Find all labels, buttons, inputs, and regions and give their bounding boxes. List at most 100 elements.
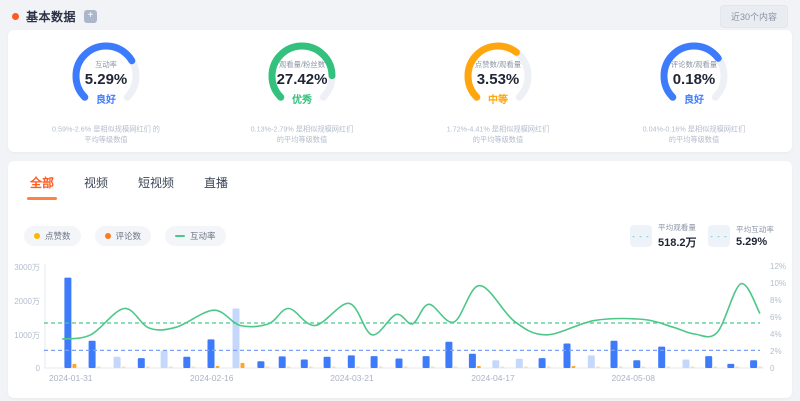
bar-comments[interactable] bbox=[216, 366, 220, 368]
dashed-line-icon[interactable]: - - - bbox=[708, 225, 730, 247]
gauge-label: 观看量/粉丝数 bbox=[267, 59, 337, 69]
bar-comments[interactable] bbox=[404, 367, 408, 369]
bar-main[interactable] bbox=[257, 361, 264, 368]
bar-comments[interactable] bbox=[758, 367, 762, 369]
bar-comments[interactable] bbox=[122, 367, 126, 369]
gauge-value: 27.42% bbox=[264, 71, 340, 88]
legend-dot-icon bbox=[34, 233, 40, 239]
bar-main[interactable] bbox=[564, 344, 571, 369]
bar-comments[interactable] bbox=[735, 367, 739, 369]
gauge-status: 优秀 bbox=[264, 91, 340, 106]
tab-all[interactable]: 全部 bbox=[30, 174, 54, 200]
legend-engagement[interactable]: 互动率 bbox=[165, 226, 226, 246]
bar-main[interactable] bbox=[727, 364, 734, 368]
gauge-caption: 1.72%-4.41% 是相似规模网红们的平均等级数值 bbox=[417, 124, 579, 145]
dashed-line-icon[interactable]: - - - bbox=[630, 225, 652, 247]
bar-comments[interactable] bbox=[619, 367, 623, 369]
bar-comments[interactable] bbox=[641, 367, 645, 369]
bar-main[interactable] bbox=[324, 357, 331, 368]
bar-comments[interactable] bbox=[309, 367, 313, 369]
gauge-status: 良好 bbox=[68, 91, 144, 106]
bar-comments[interactable] bbox=[666, 367, 670, 369]
engagement-line[interactable] bbox=[62, 284, 760, 340]
gauge-caption: 0.59%-2.6% 是相似规模网红们 的平均等级数值 bbox=[25, 124, 187, 145]
tab-video[interactable]: 视频 bbox=[84, 174, 108, 200]
y-axis-tick-left: 1000万 bbox=[10, 330, 40, 341]
bar-main[interactable] bbox=[138, 358, 145, 368]
bar-comments[interactable] bbox=[97, 367, 101, 369]
bar-main[interactable] bbox=[492, 360, 499, 368]
bar-comments[interactable] bbox=[431, 367, 435, 369]
accent-dot-icon bbox=[12, 13, 19, 20]
x-axis-tick: 2024-04-17 bbox=[471, 373, 514, 383]
bar-main[interactable] bbox=[114, 357, 121, 368]
y-axis-tick-left: 0 bbox=[10, 364, 40, 373]
trend-chart-svg[interactable] bbox=[44, 260, 766, 372]
bar-comments[interactable] bbox=[524, 367, 528, 369]
bar-main[interactable] bbox=[371, 356, 378, 368]
bar-main[interactable] bbox=[539, 358, 546, 368]
bar-main[interactable] bbox=[89, 341, 96, 368]
bar-main[interactable] bbox=[279, 356, 286, 368]
bar-comments[interactable] bbox=[453, 367, 457, 369]
bar-main[interactable] bbox=[208, 339, 215, 368]
avg-views-label: 平均观看量 bbox=[658, 222, 696, 232]
bar-main[interactable] bbox=[588, 355, 595, 368]
trend-chart[interactable]: 01000万2000万3000万 02%4%6%8%10%12% 2024-01… bbox=[8, 260, 792, 388]
bar-comments[interactable] bbox=[547, 367, 551, 369]
bar-main[interactable] bbox=[183, 357, 190, 368]
avg-views-value: 518.2万 bbox=[658, 234, 698, 250]
bar-main[interactable] bbox=[633, 360, 640, 368]
bar-main[interactable] bbox=[233, 309, 240, 369]
page-header: 基本数据 + 近30个内容 bbox=[0, 2, 800, 30]
bar-main[interactable] bbox=[516, 359, 523, 368]
bar-main[interactable] bbox=[683, 360, 690, 369]
bar-comments[interactable] bbox=[241, 363, 245, 368]
tab-live[interactable]: 直播 bbox=[204, 174, 228, 200]
y-axis-tick-right: 12% bbox=[770, 262, 794, 271]
gauge-engagement-rate: 互动率 5.29% 良好 0.59%-2.6% 是相似规模网红们 的平均等级数值 bbox=[16, 36, 196, 152]
gauge-arc: 评论数/观看量 0.18% 良好 bbox=[656, 38, 732, 114]
bar-comments[interactable] bbox=[287, 367, 291, 369]
bar-main[interactable] bbox=[445, 342, 452, 368]
bar-main[interactable] bbox=[705, 356, 712, 368]
y-axis-tick-left: 2000万 bbox=[10, 296, 40, 307]
y-axis-tick-right: 0 bbox=[770, 364, 794, 373]
gauge-likes-views: 点赞数/观看量 3.53% 中等 1.72%-4.41% 是相似规模网红们的平均… bbox=[408, 36, 588, 152]
x-axis-tick: 2024-05-08 bbox=[612, 373, 655, 383]
y-axis-tick-left: 3000万 bbox=[10, 262, 40, 273]
bar-comments[interactable] bbox=[169, 367, 173, 369]
bar-comments[interactable] bbox=[332, 367, 336, 369]
bar-main[interactable] bbox=[469, 354, 476, 368]
bar-main[interactable] bbox=[301, 360, 308, 369]
bar-comments[interactable] bbox=[356, 367, 360, 369]
bar-main[interactable] bbox=[348, 355, 355, 368]
bar-comments[interactable] bbox=[500, 367, 504, 369]
bar-comments[interactable] bbox=[713, 367, 717, 369]
y-axis-tick-right: 8% bbox=[770, 296, 794, 305]
bar-main[interactable] bbox=[611, 341, 618, 368]
gauge-label: 互动率 bbox=[71, 59, 141, 69]
bar-main[interactable] bbox=[750, 360, 757, 368]
tab-short-video[interactable]: 短视频 bbox=[138, 174, 174, 200]
bar-comments[interactable] bbox=[572, 366, 576, 368]
legend-comments[interactable]: 评论数 bbox=[95, 226, 152, 246]
range-button[interactable]: 近30个内容 bbox=[720, 5, 788, 28]
bar-comments[interactable] bbox=[596, 367, 600, 369]
bar-comments[interactable] bbox=[265, 367, 269, 369]
legend-likes[interactable]: 点赞数 bbox=[24, 226, 81, 246]
x-axis-tick: 2024-01-31 bbox=[49, 373, 92, 383]
bar-main[interactable] bbox=[161, 351, 168, 368]
bar-comments[interactable] bbox=[691, 367, 695, 369]
plus-square-icon[interactable]: + bbox=[84, 10, 97, 23]
bar-comments[interactable] bbox=[191, 367, 195, 369]
bar-main[interactable] bbox=[423, 356, 430, 368]
bar-comments[interactable] bbox=[146, 367, 150, 369]
bar-main[interactable] bbox=[396, 359, 403, 369]
legend-dot-icon bbox=[105, 233, 111, 239]
bar-comments[interactable] bbox=[72, 364, 76, 368]
gauge-value: 5.29% bbox=[68, 71, 144, 88]
bar-comments[interactable] bbox=[379, 367, 383, 369]
bar-comments[interactable] bbox=[477, 366, 481, 368]
legend-line-icon bbox=[175, 235, 185, 238]
